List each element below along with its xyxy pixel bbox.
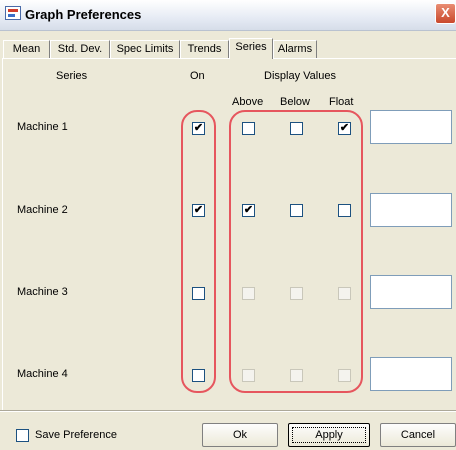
machine-2-below-checkbox[interactable] [290,204,303,217]
machine-4-below-checkbox[interactable] [290,369,303,382]
close-button[interactable]: X [435,3,456,24]
machine-4-value-field[interactable] [370,357,452,391]
machine-1-below-checkbox[interactable] [290,122,303,135]
save-preference-label[interactable]: Save Preference [35,429,117,441]
float-column-header: Float [329,96,354,108]
machine-1-above-checkbox[interactable] [242,122,255,135]
machine-1-on-checkbox[interactable]: ✔ [192,122,205,135]
machine-3-above-checkbox[interactable] [242,287,255,300]
machine-2-on-checkbox[interactable]: ✔ [192,204,205,217]
chart-app-icon [5,6,21,20]
footer-divider [0,410,456,412]
tab-std-dev[interactable]: Std. Dev. [50,40,110,58]
apply-button[interactable]: Apply [288,423,370,447]
machine-3-below-checkbox[interactable] [290,287,303,300]
machine-3-on-checkbox[interactable] [192,287,205,300]
machine-4-float-checkbox[interactable] [338,369,351,382]
on-column-highlight [181,110,216,393]
ok-button[interactable]: Ok [202,423,278,447]
machine-2-above-checkbox[interactable]: ✔ [242,204,255,217]
series-name-machine-4: Machine 4 [17,368,68,380]
machine-2-value-field[interactable] [370,193,452,227]
tab-mean[interactable]: Mean [3,40,50,58]
machine-3-float-checkbox[interactable] [338,287,351,300]
series-name-machine-3: Machine 3 [17,286,68,298]
tab-spec-limits[interactable]: Spec Limits [110,40,180,58]
save-preference-checkbox[interactable] [16,429,29,442]
tab-alarms[interactable]: Alarms [273,40,317,58]
machine-3-value-field[interactable] [370,275,452,309]
series-name-machine-1: Machine 1 [17,121,68,133]
cancel-button[interactable]: Cancel [380,423,456,447]
machine-1-value-field[interactable] [370,110,452,144]
below-column-header: Below [280,96,310,108]
window-title: Graph Preferences [25,7,142,22]
tab-series[interactable]: Series [229,38,273,59]
machine-4-on-checkbox[interactable] [192,369,205,382]
on-column-header: On [190,70,205,82]
above-column-header: Above [232,96,264,108]
machine-4-above-checkbox[interactable] [242,369,255,382]
machine-2-float-checkbox[interactable] [338,204,351,217]
series-column-header: Series [56,70,88,82]
series-name-machine-2: Machine 2 [17,204,68,216]
title-bar[interactable]: Graph Preferences X [0,0,456,31]
apply-focus-ring [292,427,366,443]
display-values-highlight [229,110,363,393]
display-values-header: Display Values [264,70,336,82]
tab-trends[interactable]: Trends [180,40,229,58]
machine-1-float-checkbox[interactable]: ✔ [338,122,351,135]
